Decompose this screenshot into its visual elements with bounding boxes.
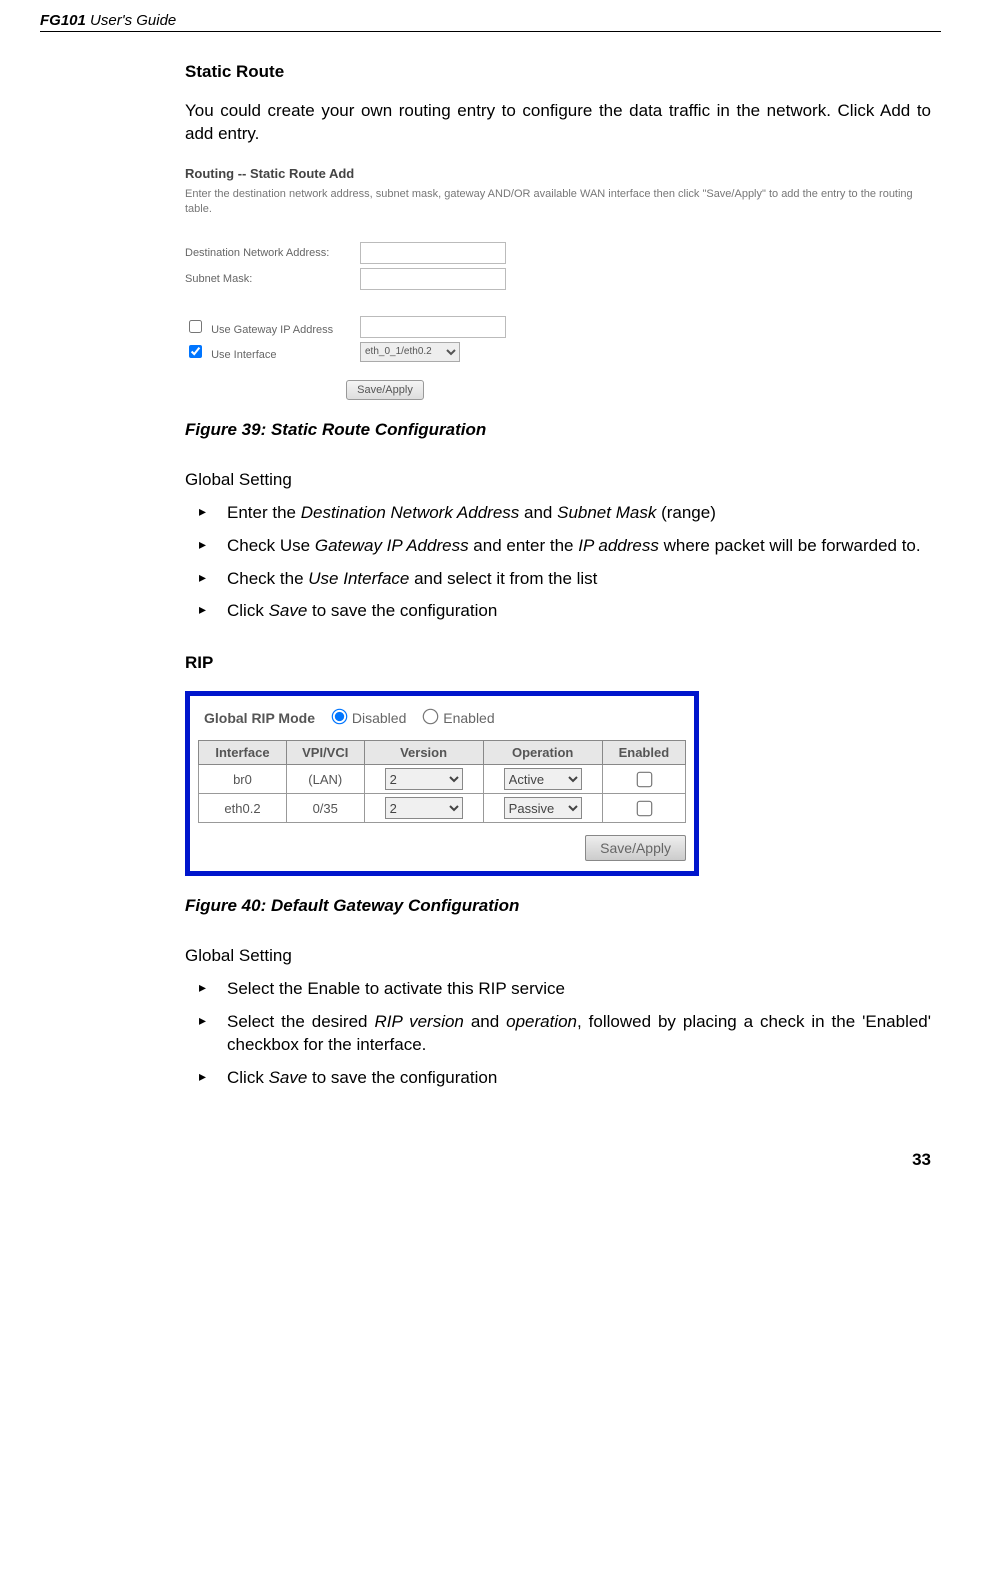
gateway-label: Use Gateway IP Address: [211, 324, 333, 336]
cell-iface-1: eth0.2: [199, 794, 287, 823]
subnet-mask-label: Subnet Mask:: [185, 273, 360, 285]
static-route-screenshot: Routing -- Static Route Add Enter the de…: [185, 166, 925, 400]
figure-40-caption: Figure 40: Default Gateway Configuration: [185, 896, 931, 916]
rip-mode-label: Global RIP Mode: [204, 710, 315, 726]
rip-heading: RIP: [185, 653, 931, 673]
gs1-item-3: Check the Use Interface and select it fr…: [199, 568, 931, 591]
figure-39-caption: Figure 39: Static Route Configuration: [185, 420, 931, 440]
gs1-item-1: Enter the Destination Network Address an…: [199, 502, 931, 525]
interface-select[interactable]: eth_0_1/eth0.2: [360, 342, 460, 362]
static-route-heading: Static Route: [185, 62, 931, 82]
gs1-item-4: Click Save to save the configuration: [199, 600, 931, 623]
global-setting-2-list: Select the Enable to activate this RIP s…: [185, 978, 931, 1090]
version-select-1[interactable]: 2: [385, 797, 463, 819]
global-setting-1-heading: Global Setting: [185, 470, 931, 490]
dest-addr-label: Destination Network Address:: [185, 247, 360, 259]
gs2-item-3: Click Save to save the configuration: [199, 1067, 931, 1090]
rip-disabled-label: Disabled: [352, 710, 406, 726]
global-setting-1-list: Enter the Destination Network Address an…: [185, 502, 931, 624]
rip-enabled-label: Enabled: [443, 710, 494, 726]
dest-addr-input[interactable]: [360, 242, 506, 264]
gs2-item-1: Select the Enable to activate this RIP s…: [199, 978, 931, 1001]
gs1-item-2: Check Use Gateway IP Address and enter t…: [199, 535, 931, 558]
cell-vpivci-0: (LAN): [286, 765, 364, 794]
rip-table: Interface VPI/VCI Version Operation Enab…: [198, 740, 686, 823]
th-version: Version: [364, 741, 483, 765]
th-interface: Interface: [199, 741, 287, 765]
table-row: br0 (LAN) 2 Active: [199, 765, 686, 794]
enabled-checkbox-1[interactable]: [637, 801, 653, 817]
interface-label: Use Interface: [211, 349, 276, 361]
version-select-0[interactable]: 2: [385, 768, 463, 790]
cell-iface-0: br0: [199, 765, 287, 794]
th-vpivci: VPI/VCI: [286, 741, 364, 765]
interface-checkbox[interactable]: [189, 345, 202, 358]
static-route-body: You could create your own routing entry …: [185, 100, 931, 146]
gs2-item-2: Select the desired RIP version and opera…: [199, 1011, 931, 1057]
operation-select-0[interactable]: Active: [504, 768, 582, 790]
operation-select-1[interactable]: Passive: [504, 797, 582, 819]
save-apply-button-1[interactable]: Save/Apply: [346, 380, 424, 400]
page-number: 33: [40, 1150, 941, 1170]
gateway-input[interactable]: [360, 316, 506, 338]
gateway-checkbox[interactable]: [189, 320, 202, 333]
enabled-checkbox-0[interactable]: [637, 772, 653, 788]
header-model: FG101: [40, 12, 86, 29]
global-setting-2-heading: Global Setting: [185, 946, 931, 966]
save-apply-button-2[interactable]: Save/Apply: [585, 835, 686, 861]
shot1-title: Routing -- Static Route Add: [185, 166, 925, 181]
th-enabled: Enabled: [602, 741, 685, 765]
subnet-mask-input[interactable]: [360, 268, 506, 290]
cell-vpivci-1: 0/35: [286, 794, 364, 823]
rip-disabled-radio[interactable]: [332, 709, 348, 725]
table-row: eth0.2 0/35 2 Passive: [199, 794, 686, 823]
rip-screenshot: Global RIP Mode Disabled Enabled Interfa…: [185, 691, 699, 876]
th-operation: Operation: [483, 741, 602, 765]
shot1-desc: Enter the destination network address, s…: [185, 187, 925, 218]
rip-enabled-radio[interactable]: [423, 709, 439, 725]
page-header: FG101 User's Guide: [40, 12, 941, 32]
header-suffix: User's Guide: [90, 12, 176, 29]
